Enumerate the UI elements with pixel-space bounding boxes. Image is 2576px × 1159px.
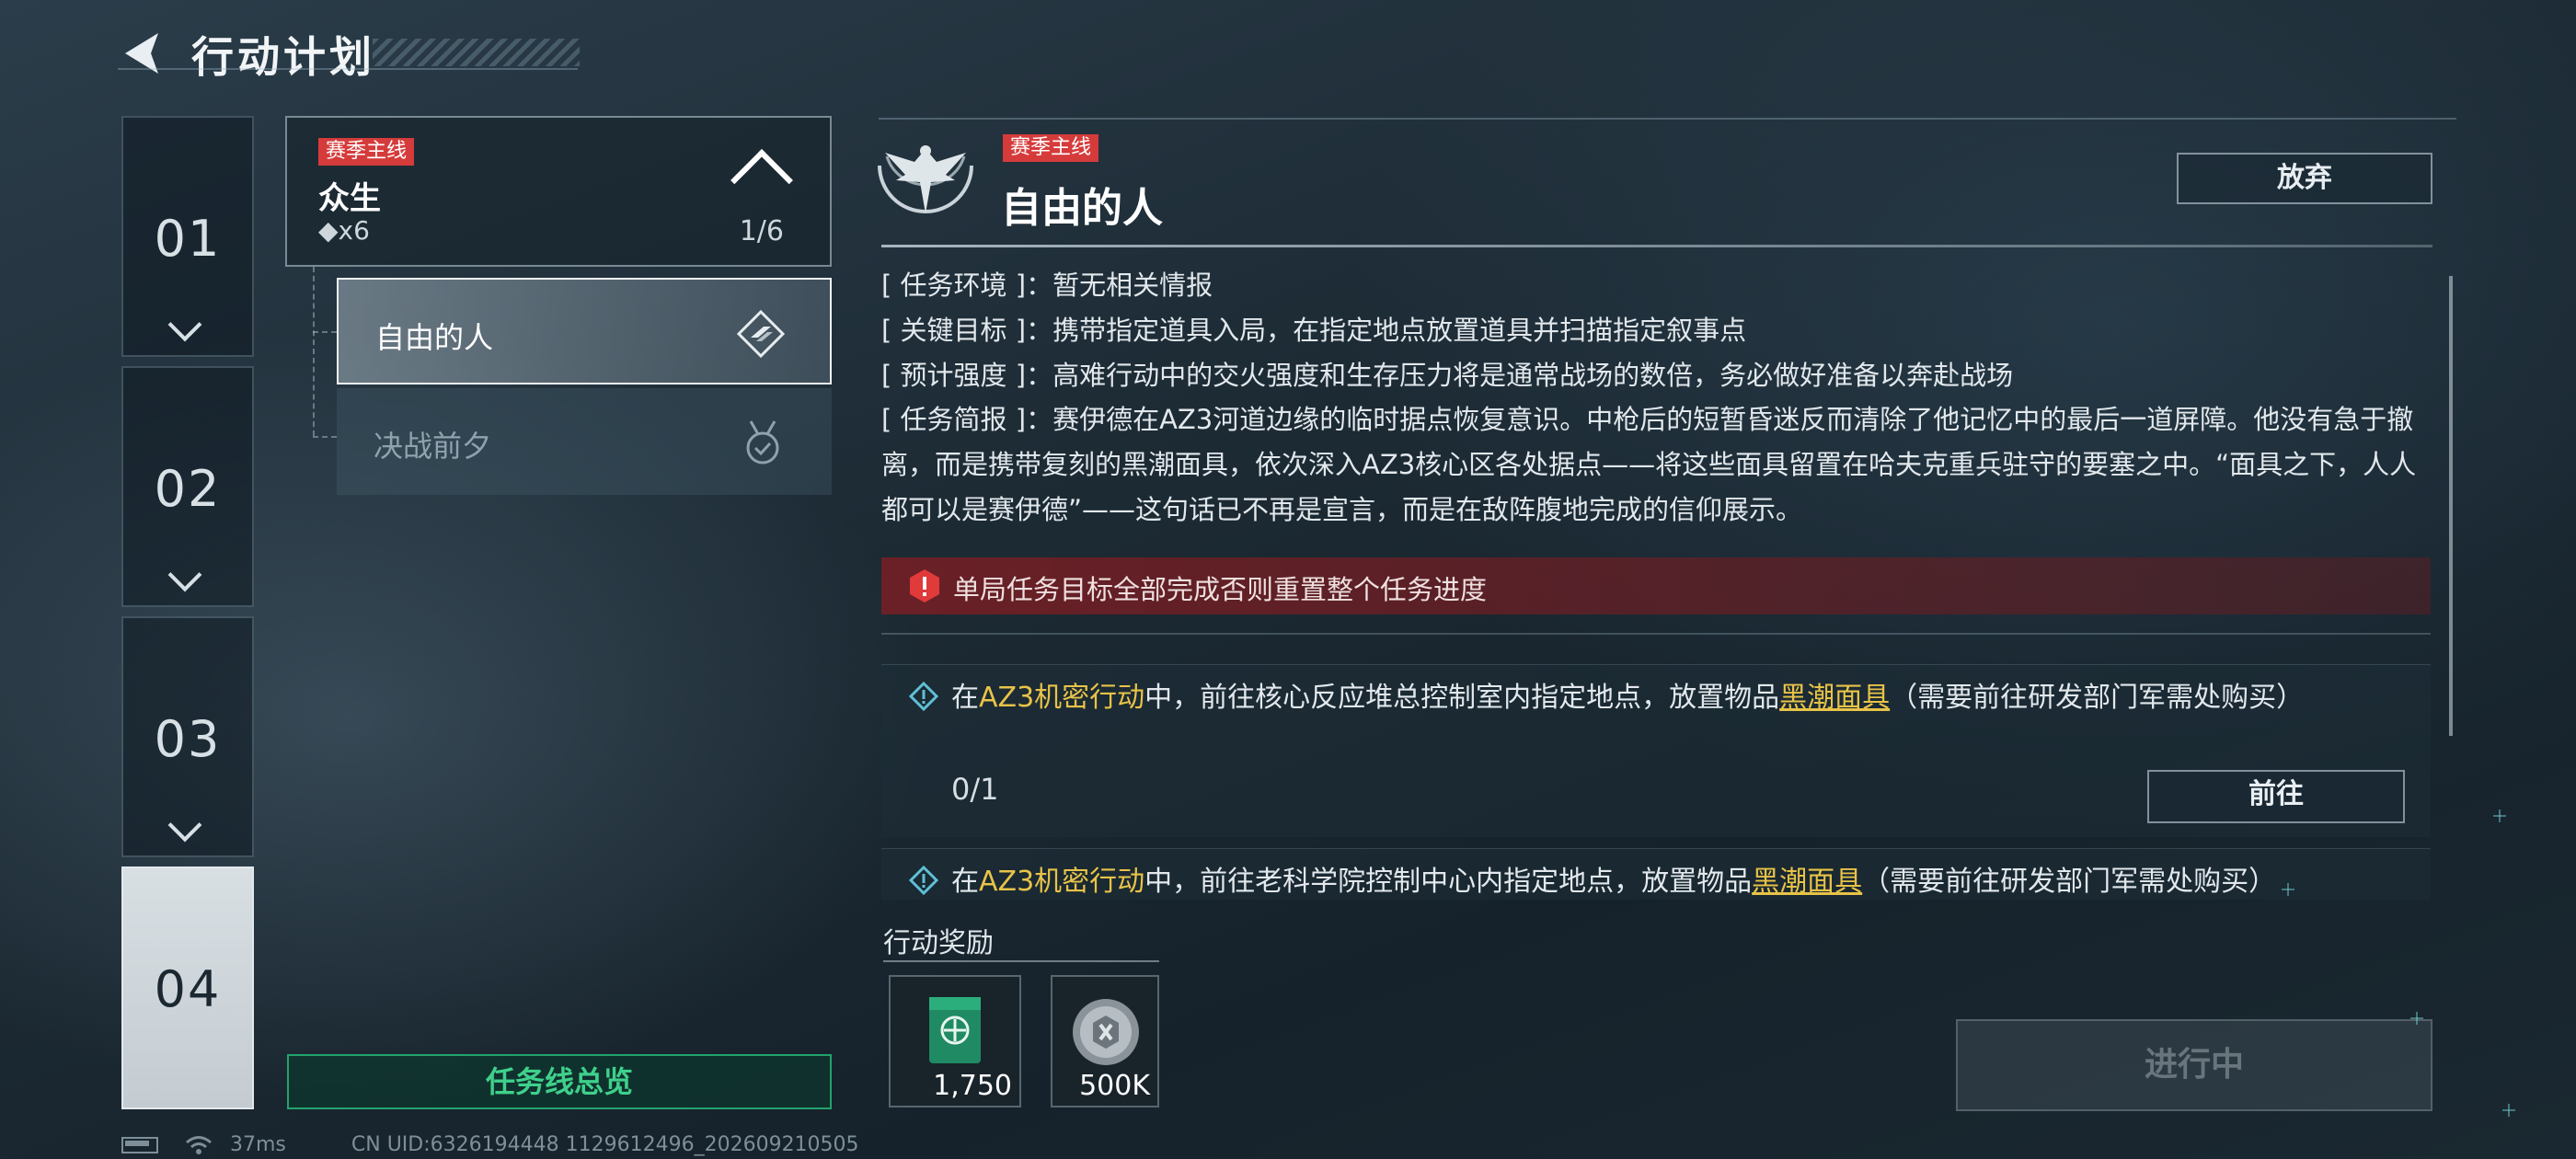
objective-text: 在AZ3机密行动中，前往核心反应堆总控制室内指定地点，放置物品黑潮面具（需要前往… [951,676,2368,720]
goto-button[interactable]: 前往 [2147,770,2405,823]
in-progress-diamond-icon [736,309,786,359]
season-main-tag: 赛季主线 [318,138,415,166]
objective-diamond-icon [909,866,938,895]
warning-icon [910,569,939,602]
reward-title: 行动奖励 [883,927,994,959]
brief-text: 赛伊德在AZ3河道边缘的临时据点恢复意识。中枪后的短暂昏迷反而清除了他记忆中的最… [881,404,2417,525]
chapter-number: 02 [154,460,222,518]
chevron-up-icon[interactable] [730,149,793,212]
objective-progress: 0/1 [951,772,999,807]
task-line-card[interactable]: 赛季主线 众生 ◆x6 1/6 [285,116,832,267]
ping-value: 37ms [230,1133,286,1156]
section-separator [881,633,2431,635]
silver-coin-icon [1073,999,1139,1065]
task-line-reward: ◆x6 [318,215,370,246]
crosshair-decoration [2493,809,2506,822]
info-key-objective: [ 关键目标 ]：携带指定道具入局，在指定地点放置道具并扫描指定叙事点 [881,308,2427,353]
objective-card: 在AZ3机密行动中，前往老科学院控制中心内指定地点，放置物品黑潮面具（需要前往研… [881,848,2431,900]
operation-name: AZ3机密行动 [979,682,1145,714]
warning-banner: 单局任务目标全部完成否则重置整个任务进度 [881,557,2431,614]
objective-text-pre: 在 [951,866,979,898]
chapter-number: 03 [154,710,222,768]
task-line-name: 众生 [318,180,381,217]
page-title: 行动计划 [191,32,375,82]
reward-item-coin[interactable]: 500K [1051,975,1159,1107]
chapter-tab-01[interactable]: 01 [121,116,254,357]
detail-scrollbar[interactable] [2449,276,2453,736]
info-key: [ 预计强度 ]： [881,360,1053,391]
crosshair-decoration [2410,1012,2423,1025]
crosshair-decoration [2282,883,2294,896]
green-supply-box-icon [929,997,981,1063]
mission-item-eve-of-battle[interactable]: 决战前夕 [337,388,832,495]
chapter-tab-03[interactable]: 03 [121,616,254,857]
user-uid: CN UID:6326194448 1129612496_20260921050… [351,1133,859,1156]
tree-connector [313,331,337,333]
task-line-progress: 1/6 [739,215,784,247]
abandon-button[interactable]: 放弃 [2177,153,2432,204]
chevron-down-icon [167,307,202,342]
detail-top-line [879,118,2456,120]
wifi-icon [186,1136,212,1154]
back-button[interactable] [118,29,169,77]
brief-key: [ 任务简报 ]： [881,404,1053,435]
objective-text-mid: 中，前往老科学院控制中心内指定地点，放置物品 [1144,866,1753,898]
reward-amount: 500K [1079,1070,1150,1102]
info-environment: [ 任务环境 ]：暂无相关情报 [881,263,2427,308]
chapter-tab-04[interactable]: 04 [121,866,254,1109]
mission-label: 自由的人 [375,320,494,355]
in-progress-button: 进行中 [1956,1019,2432,1111]
status-bar: 37ms CN UID:6326194448 1129612496_202609… [121,1133,859,1156]
reward-amount: 1,750 [933,1070,1012,1102]
battery-icon [121,1137,158,1153]
chevron-down-icon [167,808,202,843]
info-key: [ 关键目标 ]： [881,315,1053,346]
crosshair-decoration [2502,1104,2515,1117]
title-underline [118,68,578,70]
objective-text-mid: 中，前往核心反应堆总控制室内指定地点，放置物品 [1144,682,1780,714]
season-main-tag: 赛季主线 [1003,134,1099,162]
info-key: [ 任务环境 ]： [881,270,1053,301]
info-value: 高难行动中的交火强度和生存压力将是通常战场的数倍，务必做好准备以奔赴战场 [1052,360,2014,391]
item-link[interactable]: 黑潮面具 [1779,682,1890,714]
tree-connector [313,267,315,436]
chapter-number: 04 [154,960,222,1018]
mission-item-free-man[interactable]: 自由的人 [337,278,832,384]
back-arrow-icon [125,33,158,74]
reward-item-supply[interactable]: 1,750 [889,975,1021,1107]
reward-underline [883,960,1159,962]
title-decoration [373,39,580,66]
mission-title: 自由的人 [1001,185,1163,232]
warning-text: 单局任务目标全部完成否则重置整个任务进度 [953,574,1488,605]
chevron-down-icon [167,557,202,592]
objective-text-pre: 在 [951,682,979,714]
item-link[interactable]: 黑潮面具 [1752,866,1862,898]
objective-text-post: （需要前往研发部门军需处购买） [1890,682,2305,714]
objective-diamond-icon [909,682,938,711]
medal-check-icon [746,420,779,465]
chapter-number: 01 [154,210,222,268]
tree-connector [313,436,337,438]
chapter-tab-02[interactable]: 02 [121,366,254,607]
task-line-overview-button[interactable]: 任务线总览 [287,1054,832,1109]
mission-label: 决战前夕 [374,429,492,464]
title-separator [881,245,2432,247]
mission-brief: [ 任务简报 ]：赛伊德在AZ3河道边缘的临时据点恢复意识。中枪后的短暂昏迷反而… [881,397,2418,533]
info-value: 携带指定道具入局，在指定地点放置道具并扫描指定叙事点 [1052,315,1747,346]
info-value: 暂无相关情报 [1052,270,1213,301]
operation-name: AZ3机密行动 [979,866,1145,898]
info-intensity: [ 预计强度 ]：高难行动中的交火强度和生存压力将是通常战场的数倍，务必做好准备… [881,353,2427,398]
objective-text: 在AZ3机密行动中，前往老科学院控制中心内指定地点，放置物品黑潮面具（需要前往研… [951,860,2368,900]
objective-card: 在AZ3机密行动中，前往核心反应堆总控制室内指定地点，放置物品黑潮面具（需要前往… [881,664,2431,837]
objective-text-post: （需要前往研发部门军需处购买） [1862,866,2277,898]
eagle-emblem-icon [878,145,973,213]
